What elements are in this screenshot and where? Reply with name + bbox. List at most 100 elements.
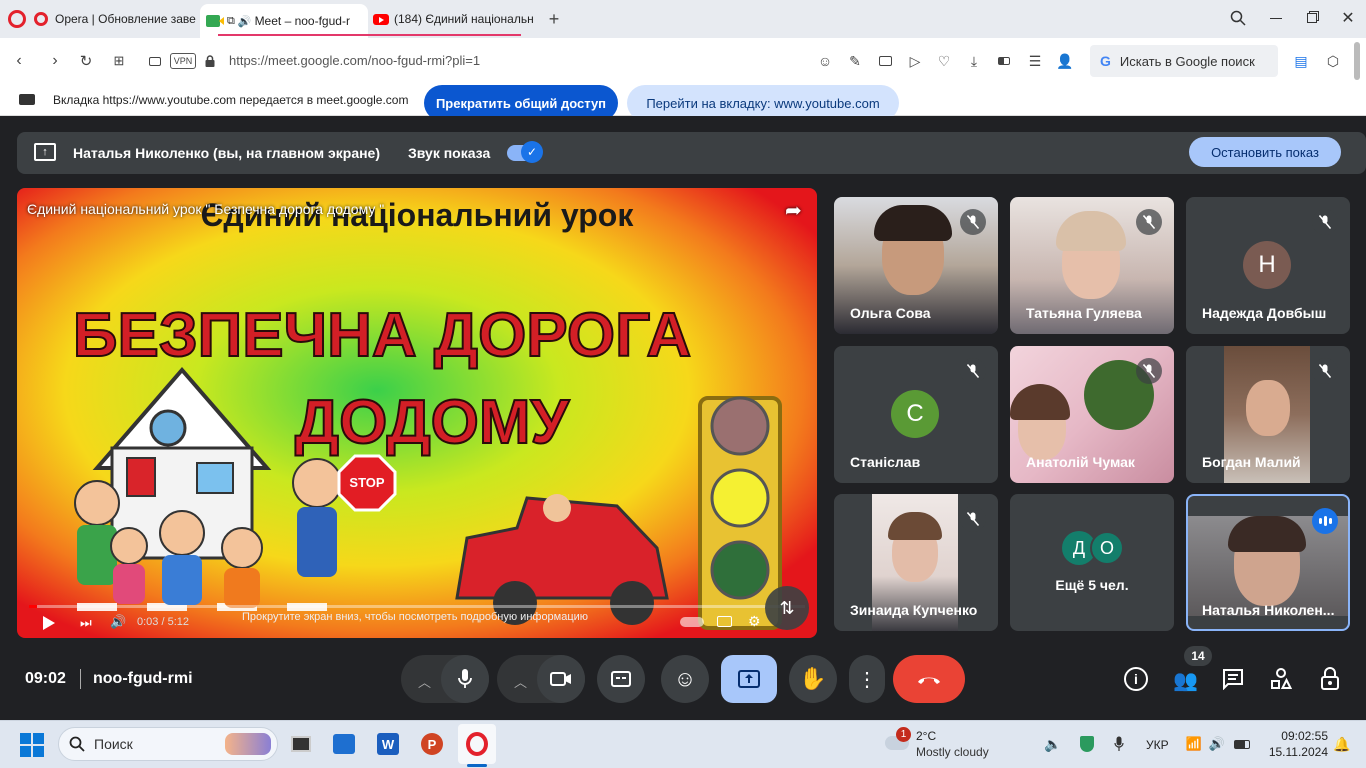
powerpoint-icon[interactable]: P [414, 727, 450, 761]
participant-tile[interactable]: Зинаида Купченко [834, 494, 998, 631]
restore-button[interactable] [1302, 8, 1322, 28]
more-options-button[interactable]: ⋮ [849, 655, 885, 703]
audio-options-chevron-icon[interactable]: ︿ [418, 672, 431, 691]
volume-mute-icon[interactable]: 🔈 [1040, 727, 1066, 761]
play-button[interactable] [43, 616, 55, 630]
host-controls-icon[interactable] [1319, 667, 1341, 696]
forward-button[interactable]: › [46, 52, 64, 70]
camera-icon[interactable] [146, 52, 164, 70]
battery-saver-icon[interactable] [996, 52, 1012, 70]
next-button[interactable]: ⏭ [80, 615, 92, 631]
player-icon[interactable]: ▷ [907, 52, 923, 70]
microsoft-store-icon[interactable] [326, 727, 362, 761]
microphone-button[interactable] [441, 655, 489, 703]
participant-tile[interactable]: Ольга Сова [834, 197, 998, 334]
share-notice-text: Вкладка https://www.youtube.com передает… [53, 93, 409, 107]
share-video-icon[interactable]: ➦ [785, 198, 802, 223]
stop-sign-text: STOP [349, 475, 384, 490]
participant-tile[interactable]: Татьяна Гуляева [1010, 197, 1174, 334]
muted-mic-icon [1136, 358, 1162, 384]
divider [80, 669, 81, 689]
minimize-button[interactable] [1266, 8, 1286, 28]
language-indicator[interactable]: УКР [1146, 738, 1169, 752]
captions-button[interactable] [597, 655, 645, 703]
raise-hand-button[interactable]: ✋ [789, 655, 837, 703]
volume-icon[interactable]: 🔊 [110, 614, 126, 630]
edit-icon[interactable]: ✎ [847, 52, 863, 70]
more-participants-tile[interactable]: Д О Ещё 5 чел. [1010, 494, 1174, 631]
snapshot-icon[interactable] [877, 52, 893, 70]
easy-setup-icon[interactable]: ☰ [1027, 52, 1043, 70]
people-icon[interactable]: 👥 [1173, 668, 1198, 693]
participant-tile[interactable]: Богдан Малий [1186, 346, 1350, 483]
wifi-icon[interactable]: 📶 [1182, 727, 1206, 761]
tab-opera-update[interactable]: Opera | Обновление заве [34, 6, 198, 32]
activities-icon[interactable] [1270, 668, 1293, 695]
video-headline-1: БЕЗПЕЧНА ДОРОГА [73, 301, 691, 370]
opera-taskbar-icon[interactable] [458, 724, 496, 764]
present-now-button[interactable] [721, 655, 777, 703]
participant-name: Надежда Довбыш [1202, 305, 1327, 321]
extensions-icon[interactable]: ⬡ [1324, 52, 1342, 70]
tab-overview-icon[interactable]: ⊞ [110, 52, 128, 70]
meeting-details-icon[interactable]: i [1124, 667, 1148, 691]
notifications-icon[interactable]: 🔔 [1330, 727, 1354, 761]
url-field[interactable]: https://meet.google.com/noo-fgud-rmi?pli… [229, 53, 789, 71]
heart-icon[interactable]: ♡ [936, 52, 952, 70]
reactions-button[interactable]: ☺ [661, 655, 709, 703]
new-tab-button[interactable]: + [544, 9, 564, 29]
chat-icon[interactable] [1222, 668, 1244, 695]
more-participants-label: Ещё 5 чел. [1055, 577, 1129, 593]
muted-mic-icon [960, 506, 986, 532]
share-sound-toggle[interactable]: ✓ [507, 141, 543, 163]
battery-icon[interactable] [1230, 727, 1254, 761]
tab-meet[interactable]: ⧉ 🔊 Meet – noo-fgud-r [200, 4, 368, 38]
subtitles-icon[interactable] [717, 616, 732, 627]
shared-video[interactable]: STOP Єдиний національний урок БЕЗПЕЧНА Д… [17, 188, 817, 638]
sidebar-toggle-icon[interactable]: ▤ [1292, 52, 1310, 70]
vpn-badge[interactable]: VPN [170, 53, 196, 69]
scroll-hint: Прокрутите экран вниз, чтобы посмотреть … [242, 611, 589, 623]
security-icon[interactable] [1074, 727, 1100, 761]
search-highlight-icon [225, 733, 271, 755]
emoji-icon[interactable]: ☺ [817, 52, 833, 70]
tab-audio-icon[interactable]: 🔊 [238, 15, 252, 28]
self-tile[interactable]: Наталья Николен... [1186, 494, 1350, 631]
clock-date[interactable]: 15.11.2024 [1264, 745, 1328, 759]
leave-call-button[interactable] [893, 655, 965, 703]
participants-count-badge: 14 [1184, 646, 1212, 666]
back-button[interactable]: ‹ [10, 52, 28, 70]
opera-menu-icon[interactable] [8, 10, 26, 28]
video-title[interactable]: Єдиний національний урок " Безпечна доро… [27, 201, 384, 217]
profile-icon[interactable]: 👤 [1056, 52, 1073, 70]
muted-mic-icon [960, 358, 986, 384]
participant-tile[interactable]: Анатолій Чумак [1010, 346, 1174, 483]
stop-presenting-button[interactable]: Остановить показ [1189, 137, 1341, 167]
presenting-bar: ↑ Наталья Николенко (вы, на главном экра… [17, 132, 1366, 174]
scrollbar[interactable] [1354, 42, 1360, 80]
download-icon[interactable]: ⤓ [966, 52, 982, 70]
taskbar-search[interactable]: Поиск [58, 727, 278, 761]
tab-sharing-bar: Вкладка https://www.youtube.com передает… [0, 84, 1366, 121]
camera-button[interactable] [537, 655, 585, 703]
youtube-icon [373, 13, 389, 25]
participant-tile[interactable]: С Станіслав [834, 346, 998, 483]
video-progress-track[interactable] [29, 605, 805, 608]
participant-tile[interactable]: Н Надежда Довбыш [1186, 197, 1350, 334]
word-icon[interactable]: W [370, 727, 406, 761]
tab-youtube[interactable]: (184) Єдиний національн [373, 6, 533, 32]
reload-button[interactable]: ↻ [77, 52, 95, 70]
close-window-button[interactable]: ✕ [1338, 8, 1358, 28]
google-search-box[interactable]: G Искать в Google поиск [1090, 45, 1278, 77]
speaker-icon[interactable]: 🔊 [1205, 727, 1229, 761]
swap-view-button[interactable]: ⇅ [765, 586, 809, 630]
start-button[interactable] [20, 733, 44, 757]
task-view-icon[interactable] [283, 727, 319, 761]
settings-icon[interactable]: ⚙ [748, 613, 761, 630]
search-tabs-icon[interactable] [1228, 8, 1248, 28]
autoplay-toggle[interactable] [680, 617, 704, 627]
microphone-tray-icon[interactable] [1106, 727, 1132, 761]
video-options-chevron-icon[interactable]: ︿ [514, 672, 527, 691]
clock-time[interactable]: 09:02:55 [1274, 729, 1328, 743]
participant-name: Ольга Сова [850, 305, 931, 321]
